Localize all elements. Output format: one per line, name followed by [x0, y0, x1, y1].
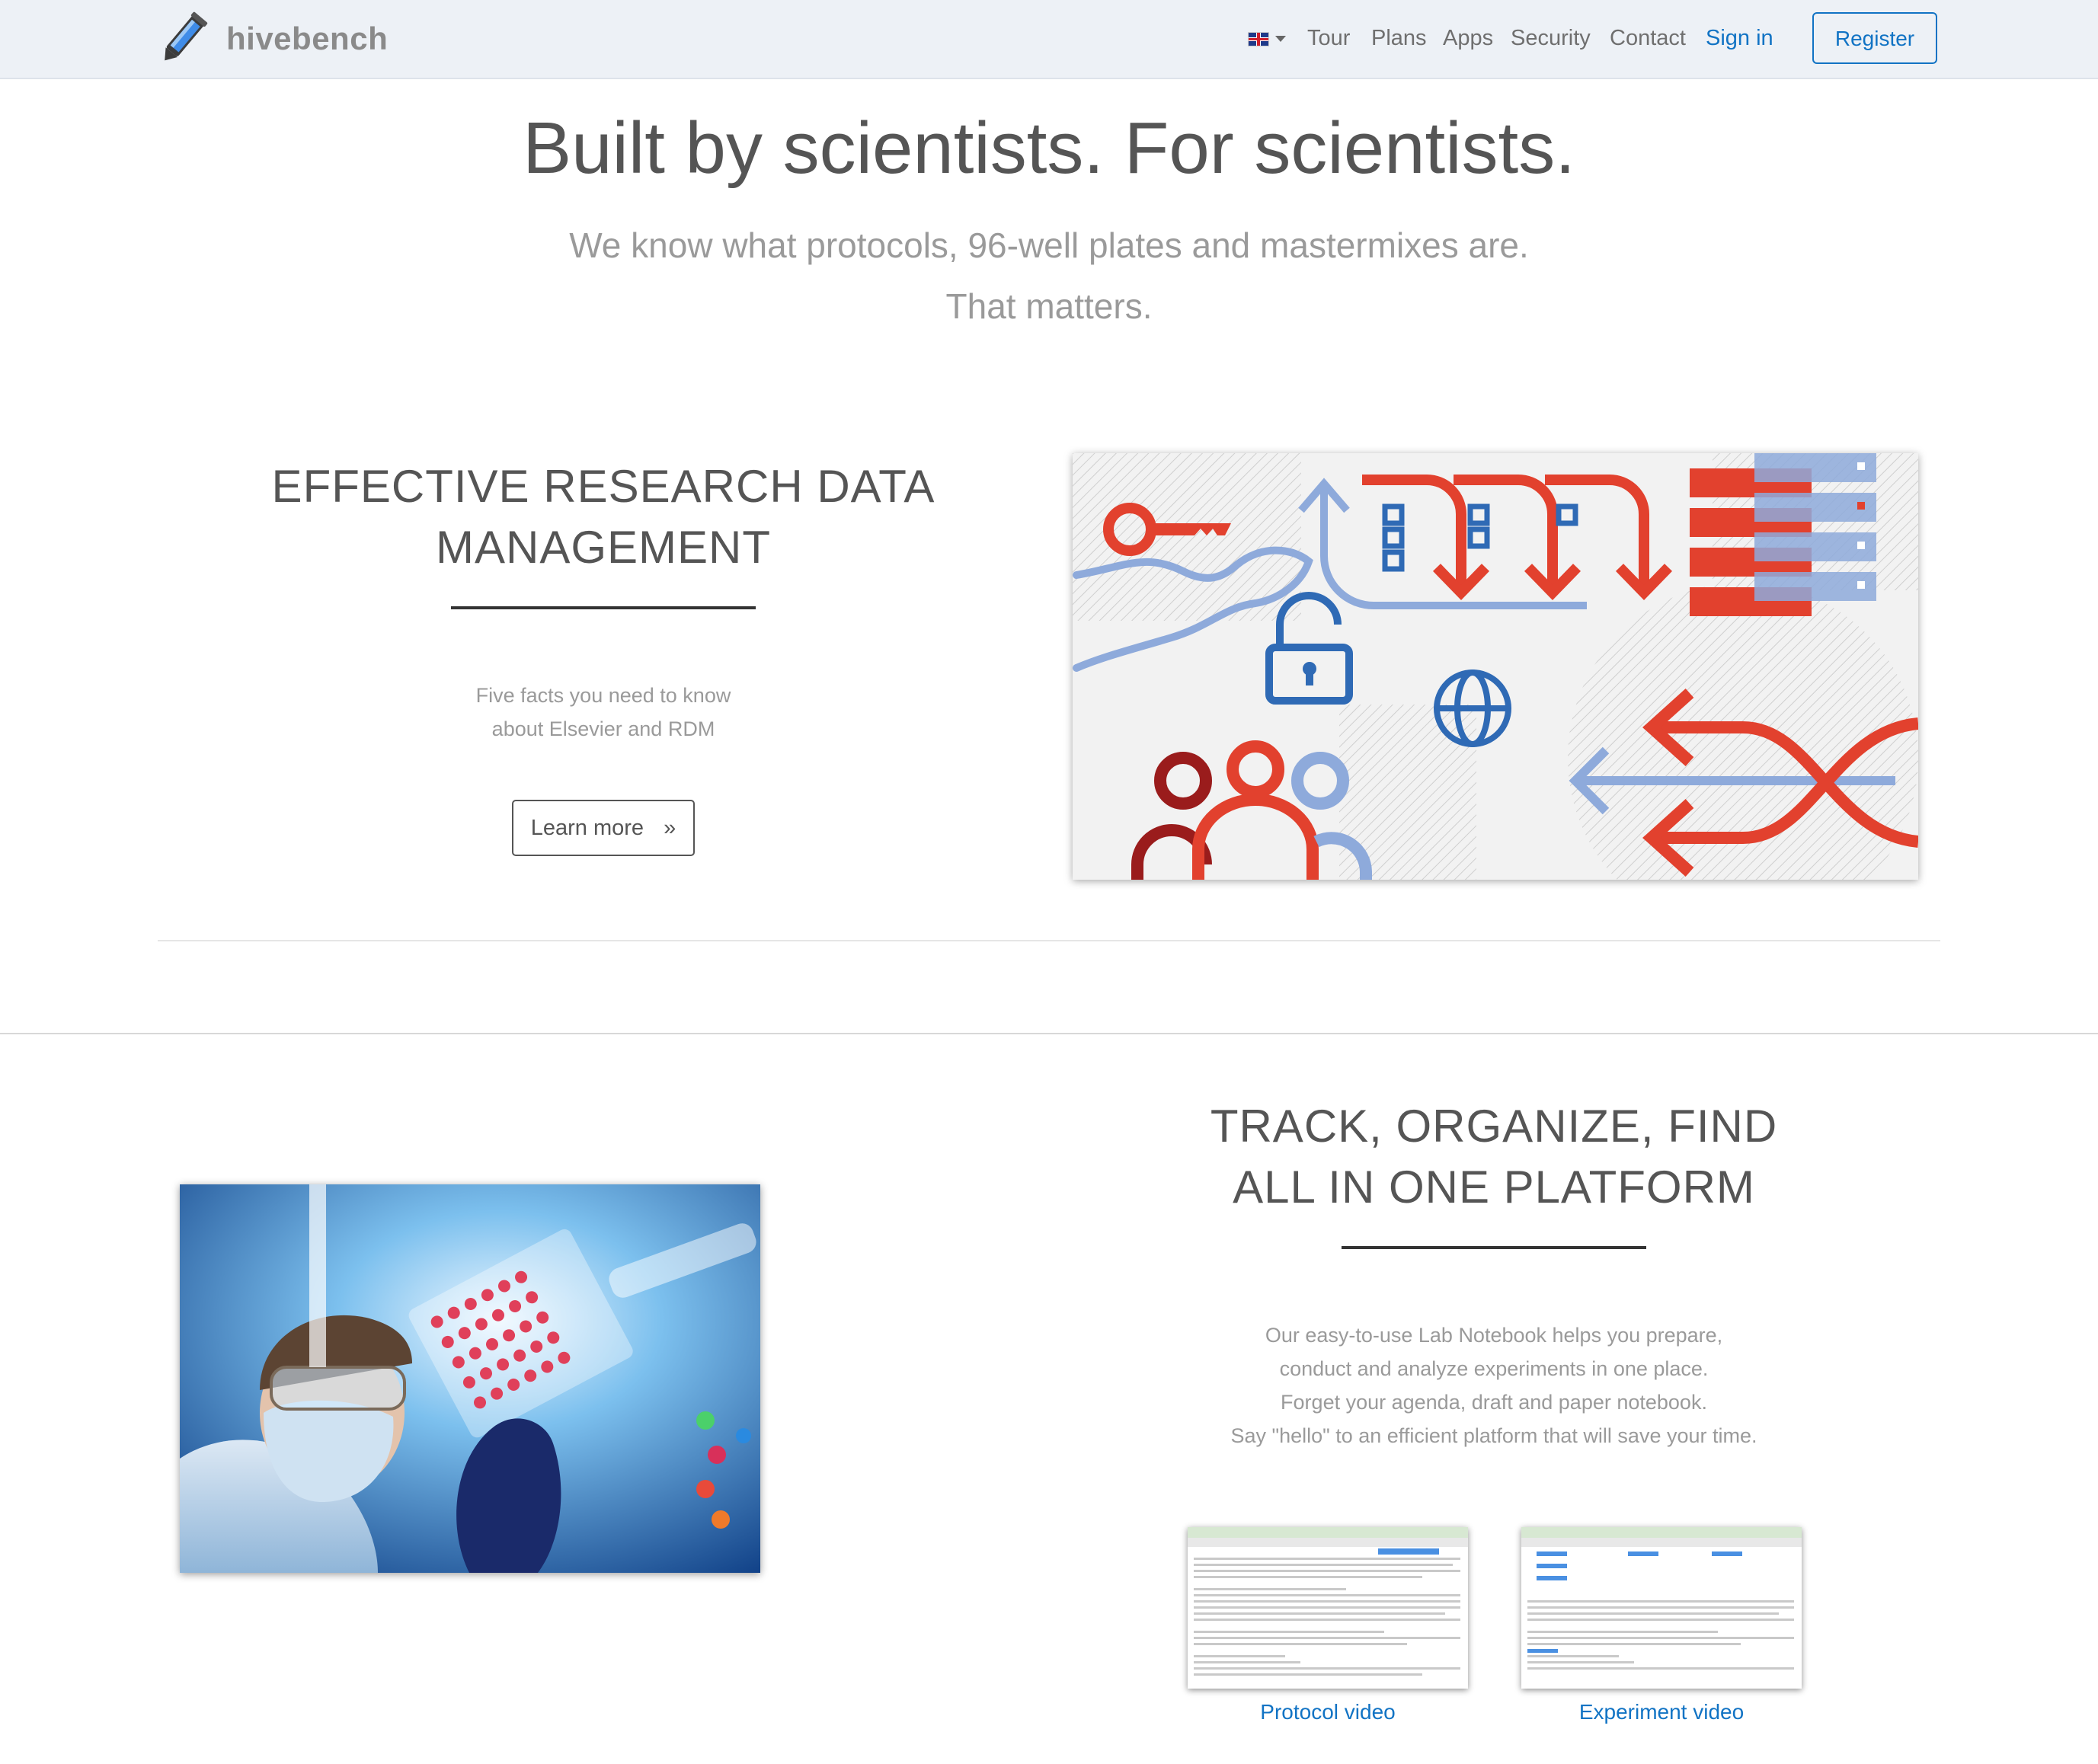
nav-apps[interactable]: Apps — [1443, 0, 1493, 78]
nav-contact[interactable]: Contact — [1610, 0, 1686, 78]
platform-heading-line1: TRACK, ORGANIZE, FIND — [1210, 1101, 1778, 1152]
uk-flag-icon — [1248, 31, 1269, 46]
section-divider — [158, 940, 1940, 941]
hivebench-pen-logo-icon — [165, 11, 208, 61]
rdm-illustration — [1073, 453, 1918, 880]
sign-in-link[interactable]: Sign in — [1706, 0, 1773, 78]
section-separator — [0, 1033, 2098, 1034]
nav-tour[interactable]: Tour — [1307, 0, 1350, 78]
nav-plans[interactable]: Plans — [1371, 0, 1427, 78]
rdm-heading-rule — [451, 606, 756, 609]
rdm-heading-line1: EFFECTIVE RESEARCH DATA — [271, 461, 935, 512]
scientist-photo — [180, 1184, 760, 1573]
top-navbar: hivebench Tour Plans Apps Security Conta… — [0, 0, 2098, 79]
platform-text-line2: conduct and analyze experiments in one p… — [1279, 1357, 1709, 1380]
hero-subtitle-line1: We know what protocols, 96-well plates a… — [569, 225, 1529, 265]
double-chevron-right-icon: » — [664, 815, 676, 840]
platform-heading-rule — [1342, 1246, 1646, 1249]
hero-title: Built by scientists. For scientists. — [523, 107, 1575, 189]
platform-text-line3: Forget your agenda, draft and paper note… — [1281, 1391, 1707, 1414]
brand-name: hivebench — [226, 21, 389, 56]
language-selector[interactable] — [1248, 0, 1286, 78]
protocol-video-thumbnail[interactable] — [1188, 1527, 1468, 1689]
rdm-text-line2: about Elsevier and RDM — [491, 717, 715, 740]
rdm-text-line1: Five facts you need to know — [475, 684, 731, 707]
experiment-video-thumbnail[interactable] — [1521, 1527, 1802, 1689]
learn-more-label: Learn more — [530, 815, 644, 840]
hero-subtitle-line2: That matters. — [945, 286, 1153, 326]
caret-down-icon — [1275, 36, 1286, 42]
experiment-video-link[interactable]: Experiment video — [1521, 1700, 1802, 1724]
brand-link[interactable]: hivebench — [156, 6, 388, 72]
rdm-heading-line2: MANAGEMENT — [435, 522, 772, 573]
platform-text-line1: Our easy-to-use Lab Notebook helps you p… — [1265, 1324, 1723, 1347]
nav-security[interactable]: Security — [1511, 0, 1591, 78]
platform-heading-line2: ALL IN ONE PLATFORM — [1233, 1162, 1755, 1213]
learn-more-button[interactable]: Learn more » — [512, 800, 695, 856]
protocol-video-link[interactable]: Protocol video — [1188, 1700, 1468, 1724]
register-button[interactable]: Register — [1812, 12, 1937, 64]
platform-text-line4: Say "hello" to an efficient platform tha… — [1230, 1424, 1757, 1447]
